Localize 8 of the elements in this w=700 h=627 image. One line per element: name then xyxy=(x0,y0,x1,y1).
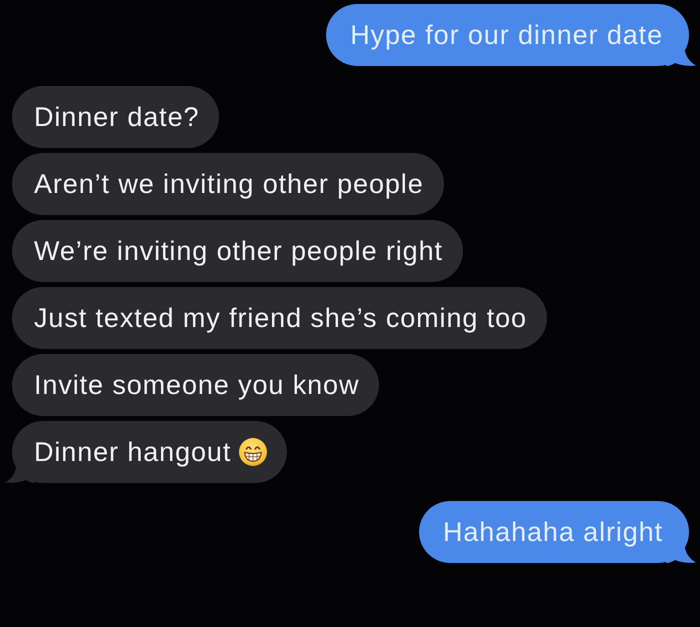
message-text: Dinner date? xyxy=(34,101,200,134)
message-text: Just texted my friend she’s coming too xyxy=(34,302,527,335)
message-text: Dinner hangout xyxy=(34,436,232,469)
message-text: We’re inviting other people right xyxy=(34,235,443,268)
message-text: Invite someone you know xyxy=(34,369,360,402)
message-text: Aren’t we inviting other people xyxy=(34,168,424,201)
message-text: Hahahaha alright xyxy=(442,516,663,549)
message-text: Hype for our dinner date xyxy=(350,19,663,52)
